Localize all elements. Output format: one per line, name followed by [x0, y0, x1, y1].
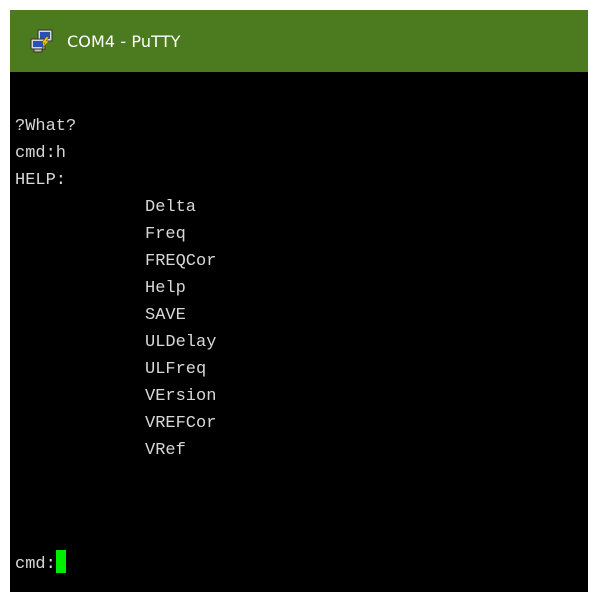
- terminal-line: ?What?: [15, 117, 77, 136]
- putty-window: COM4 - PuTTY ?What? cmd:h HELP: Delta Fr…: [10, 10, 588, 592]
- window-title: COM4 - PuTTY: [67, 31, 181, 51]
- terminal-line: cmd:h: [15, 144, 67, 163]
- help-command: FREQCor: [145, 252, 217, 271]
- help-command: VREFCor: [145, 414, 217, 433]
- help-command: VRef: [145, 441, 186, 460]
- command-prompt: cmd:: [15, 555, 56, 574]
- help-command: ULDelay: [145, 333, 217, 352]
- help-command: VErsion: [145, 387, 217, 406]
- help-command: SAVE: [145, 306, 186, 325]
- title-bar[interactable]: COM4 - PuTTY: [10, 10, 588, 72]
- text-cursor: [55, 550, 66, 573]
- help-command: Delta: [145, 198, 197, 217]
- putty-icon: [30, 29, 53, 53]
- help-command: Help: [145, 279, 186, 298]
- terminal-line: HELP:: [15, 171, 67, 190]
- prompt-line: cmd:: [15, 550, 66, 577]
- help-command: Freq: [145, 225, 186, 244]
- terminal-area[interactable]: ?What? cmd:h HELP: Delta Freq FREQCor He…: [10, 72, 588, 592]
- help-command: ULFreq: [145, 360, 207, 379]
